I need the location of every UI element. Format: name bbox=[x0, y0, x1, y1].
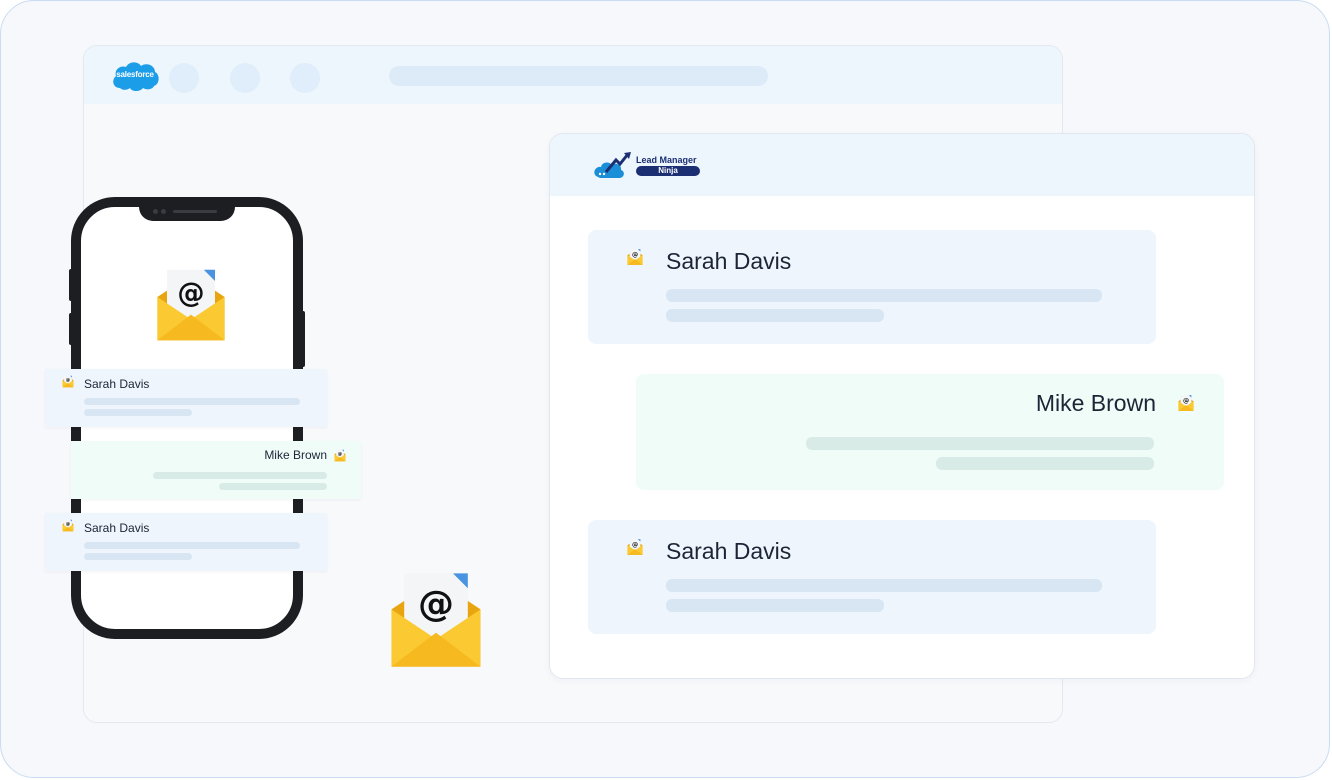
phone-camera bbox=[153, 209, 158, 214]
message-card-1[interactable]: Sarah Davis bbox=[588, 230, 1156, 344]
contact-name: Sarah Davis bbox=[666, 248, 792, 274]
lead-manager-window: Lead Manager Ninja Sarah Davis Mike Brow… bbox=[549, 133, 1255, 679]
lead-manager-header: Lead Manager Ninja bbox=[550, 134, 1254, 196]
phone-message-1[interactable]: Sarah Davis bbox=[45, 369, 327, 427]
message-line bbox=[666, 599, 884, 612]
salesforce-logo[interactable]: salesforce bbox=[110, 58, 160, 92]
email-icon bbox=[1176, 394, 1196, 412]
email-icon bbox=[625, 538, 645, 556]
message-line bbox=[936, 457, 1154, 470]
message-line bbox=[153, 472, 327, 479]
message-line bbox=[666, 289, 1102, 302]
lead-manager-logo-icon bbox=[594, 152, 631, 178]
email-envelope-icon bbox=[381, 567, 491, 673]
email-icon bbox=[61, 375, 75, 388]
salesforce-header: salesforce bbox=[84, 46, 1062, 104]
message-line bbox=[666, 579, 1102, 592]
message-card-2[interactable]: Mike Brown bbox=[636, 374, 1224, 490]
email-envelope-icon bbox=[151, 265, 231, 345]
nav-dot-2[interactable] bbox=[230, 63, 260, 93]
message-line bbox=[219, 483, 327, 490]
salesforce-logo-text: salesforce bbox=[116, 70, 154, 79]
phone-message-3[interactable]: Sarah Davis bbox=[45, 513, 327, 571]
message-line bbox=[806, 437, 1154, 450]
email-icon bbox=[333, 449, 347, 462]
message-line bbox=[84, 553, 192, 560]
contact-name: Sarah Davis bbox=[84, 377, 150, 391]
email-icon bbox=[61, 519, 75, 532]
phone-message-2[interactable]: Mike Brown bbox=[71, 441, 361, 499]
address-bar[interactable] bbox=[389, 66, 768, 86]
message-card-3[interactable]: Sarah Davis bbox=[588, 520, 1156, 634]
message-line bbox=[84, 542, 300, 549]
message-line bbox=[84, 409, 192, 416]
email-icon bbox=[625, 248, 645, 266]
phone-camera bbox=[161, 209, 166, 214]
phone-notch bbox=[139, 205, 235, 221]
canvas: salesforce Lead Manager Ninja Sarah Davi… bbox=[0, 0, 1330, 778]
contact-name: Mike Brown bbox=[264, 448, 327, 462]
contact-name: Sarah Davis bbox=[666, 538, 792, 564]
message-line bbox=[666, 309, 884, 322]
nav-dot-1[interactable] bbox=[169, 63, 199, 93]
contact-name: Mike Brown bbox=[1035, 390, 1156, 416]
message-line bbox=[84, 398, 300, 405]
nav-dot-3[interactable] bbox=[290, 63, 320, 93]
lead-manager-logo-subtitle: Ninja bbox=[636, 166, 700, 176]
lead-manager-logo-title: Lead Manager bbox=[636, 155, 697, 165]
contact-name: Sarah Davis bbox=[84, 521, 150, 535]
phone-speaker bbox=[173, 210, 217, 213]
